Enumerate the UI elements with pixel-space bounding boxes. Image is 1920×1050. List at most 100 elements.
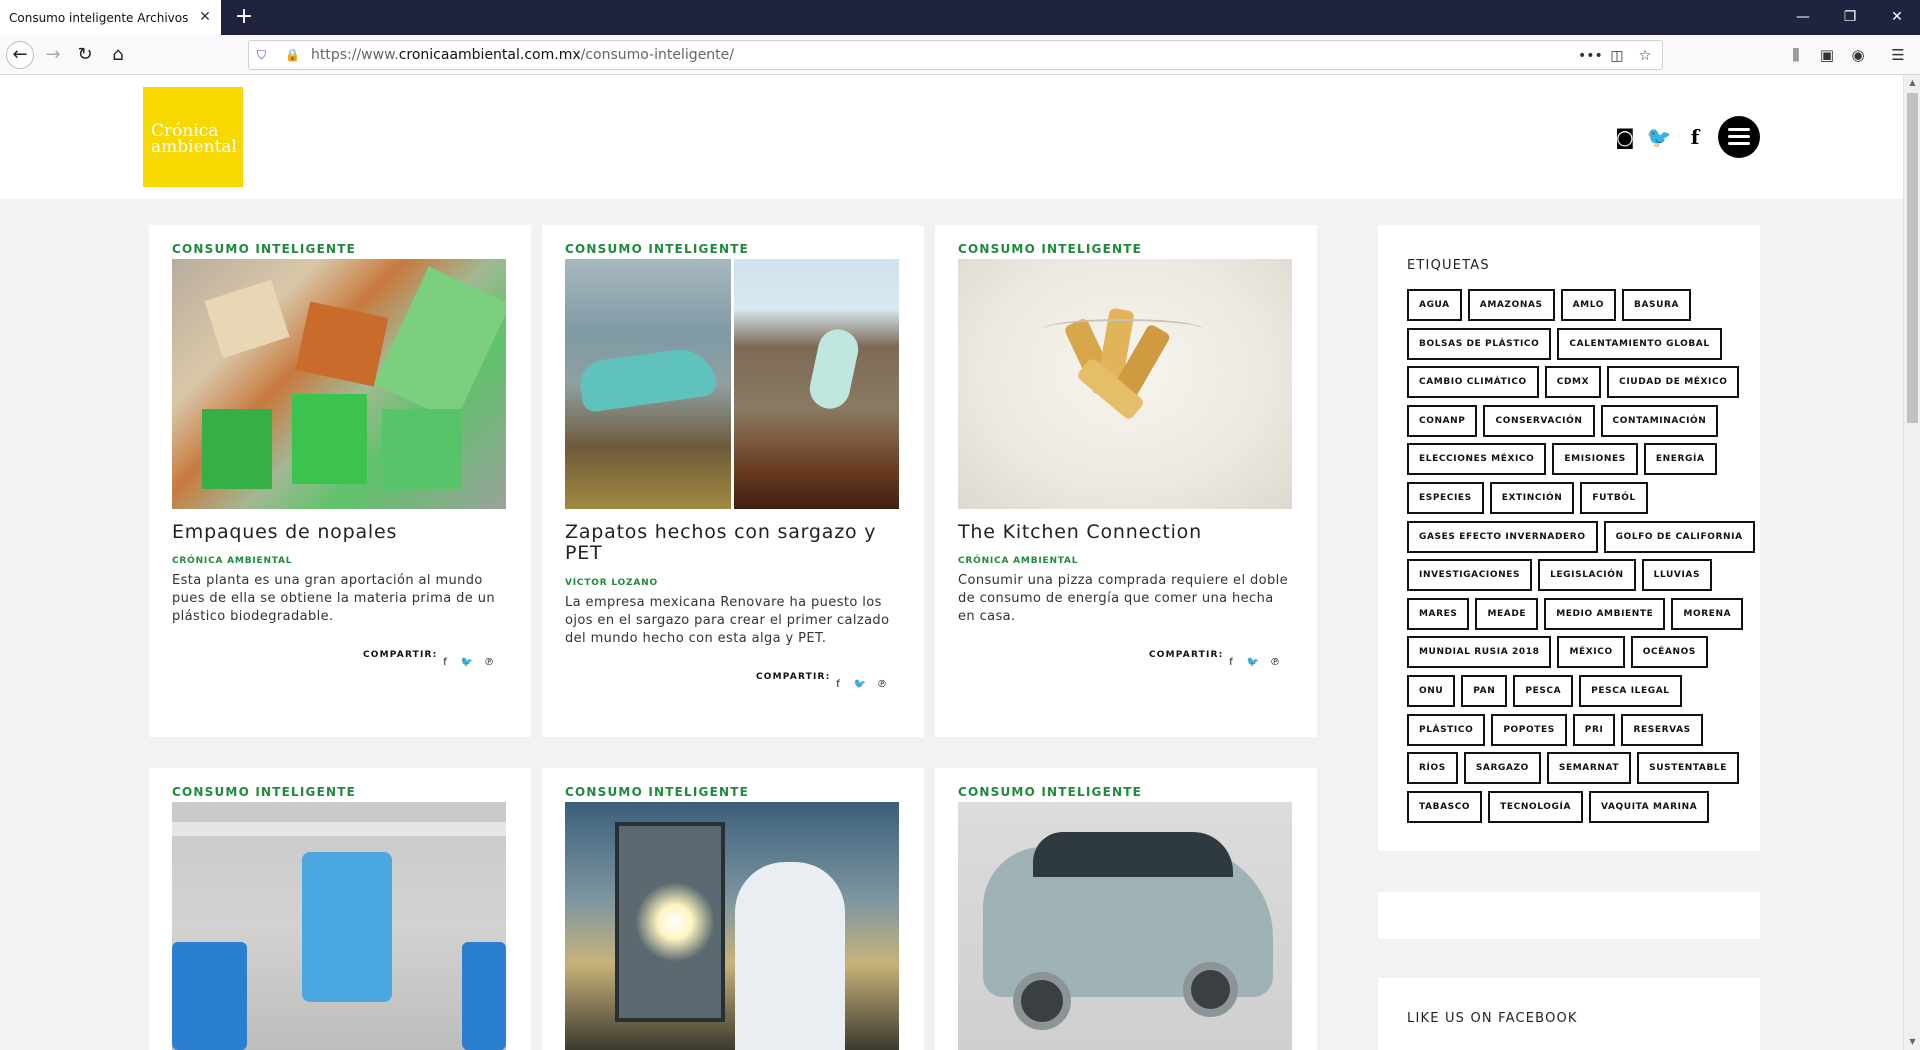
tag-link[interactable]: TECNOLOGÍA xyxy=(1488,790,1584,823)
post-category[interactable]: CONSUMO INTELIGENTE xyxy=(958,785,1142,799)
share-facebook-icon[interactable]: f xyxy=(827,679,849,690)
share-twitter-icon[interactable]: 🐦 xyxy=(849,679,871,690)
site-menu-button[interactable] xyxy=(1718,116,1760,158)
post-title[interactable]: The Kitchen Connection xyxy=(958,522,1292,543)
tag-link[interactable]: MUNDIAL RUSIA 2018 xyxy=(1407,636,1552,669)
hamburger-menu-icon[interactable]: ☰ xyxy=(1886,41,1910,69)
tag-link[interactable]: RÍOS xyxy=(1407,752,1458,785)
tag-link[interactable]: AMAZONAS xyxy=(1467,289,1555,321)
tag-link[interactable]: MEDIO AMBIENTE xyxy=(1544,597,1666,630)
browser-tab[interactable]: Consumo inteligente Archivos - Cr ✕ xyxy=(0,0,221,35)
share-pinterest-icon[interactable]: ℗ xyxy=(478,657,500,668)
page-actions-icon[interactable]: ••• xyxy=(1578,45,1603,67)
tag-link[interactable]: PAN xyxy=(1461,674,1508,707)
tag-link[interactable]: EXTINCIÓN xyxy=(1489,481,1575,514)
facebook-icon[interactable]: f xyxy=(1682,124,1708,150)
tag-link[interactable]: ELECCIONES MÉXICO xyxy=(1407,443,1547,476)
tag-link[interactable]: LEGISLACIÓN xyxy=(1538,559,1636,592)
tag-link[interactable]: TABASCO xyxy=(1407,790,1483,823)
tag-link[interactable]: CDMX xyxy=(1544,366,1602,399)
share-twitter-icon[interactable]: 🐦 xyxy=(456,657,478,668)
tag-link[interactable]: SEMARNAT xyxy=(1546,752,1632,785)
address-bar[interactable]: ⛉ 🔒 https://www.cronicaambiental.com.mx/… xyxy=(248,40,1663,70)
tag-link[interactable]: ENERGÍA xyxy=(1643,443,1717,476)
library-icon[interactable]: ⫼ xyxy=(1784,41,1808,69)
post-category[interactable]: CONSUMO INTELIGENTE xyxy=(565,242,749,256)
post-category[interactable]: CONSUMO INTELIGENTE xyxy=(565,785,749,799)
post-image-sargassum-shoes[interactable] xyxy=(565,259,899,509)
bookmark-star-icon[interactable]: ☆ xyxy=(1634,45,1656,67)
tag-link[interactable]: CIUDAD DE MÉXICO xyxy=(1607,366,1740,399)
tag-link[interactable]: CAMBIO CLIMÁTICO xyxy=(1407,366,1539,399)
post-author[interactable]: VÍCTOR LOZANO xyxy=(565,578,658,588)
scroll-up-icon[interactable]: ▲ xyxy=(1904,75,1920,91)
share-pinterest-icon[interactable]: ℗ xyxy=(871,679,893,690)
tag-link[interactable]: RESERVAS xyxy=(1621,713,1703,746)
post-image-nopal-packaging[interactable] xyxy=(172,259,506,509)
instagram-icon[interactable]: ◙ xyxy=(1612,124,1638,150)
tag-link[interactable]: CONSERVACIÓN xyxy=(1483,404,1595,437)
post-author[interactable]: CRÓNICA AMBIENTAL xyxy=(172,556,292,566)
tag-link[interactable]: MÉXICO xyxy=(1557,636,1625,669)
tag-link[interactable]: ONU xyxy=(1407,674,1456,707)
tag-link[interactable]: POPOTES xyxy=(1491,713,1567,746)
tracking-shield-icon[interactable]: ⛉ xyxy=(257,47,273,63)
post-title[interactable]: Zapatos hechos con sargazo y PET xyxy=(565,522,899,564)
tag-link[interactable]: GOLFO DE CALIFORNIA xyxy=(1603,520,1755,553)
scroll-thumb[interactable] xyxy=(1907,93,1918,423)
back-arrow-icon[interactable]: ← xyxy=(6,41,34,69)
site-logo[interactable]: Crónica ambiental xyxy=(143,87,243,187)
tag-link[interactable]: PESCA ILEGAL xyxy=(1579,674,1682,707)
tag-link[interactable]: SUSTENTABLE xyxy=(1637,752,1739,785)
tag-link[interactable]: LLUVIAS xyxy=(1641,559,1713,592)
tag-link[interactable]: CONTAMINACIÓN xyxy=(1600,404,1719,437)
tag-link[interactable]: BASURA xyxy=(1621,289,1692,321)
post-image-electric-car[interactable] xyxy=(958,802,1292,1050)
tag-link[interactable]: SARGAZO xyxy=(1463,752,1541,785)
post-image-pasta-splash[interactable] xyxy=(958,259,1292,509)
tag-link[interactable]: PESCA xyxy=(1513,674,1574,707)
tag-link[interactable]: PLÁSTICO xyxy=(1407,713,1486,746)
share-facebook-icon[interactable]: f xyxy=(434,657,456,668)
tab-close-icon[interactable]: ✕ xyxy=(197,9,213,25)
tag-link[interactable]: PRI xyxy=(1572,713,1616,746)
share-facebook-icon[interactable]: f xyxy=(1220,657,1242,668)
sidebar-toggle-icon[interactable]: ▣ xyxy=(1815,41,1839,69)
tag-link[interactable]: OCÉANOS xyxy=(1630,636,1708,669)
post-category[interactable]: CONSUMO INTELIGENTE xyxy=(172,242,356,256)
post-category[interactable]: CONSUMO INTELIGENTE xyxy=(958,242,1142,256)
post-category[interactable]: CONSUMO INTELIGENTE xyxy=(172,785,356,799)
tag-link[interactable]: CALENTAMIENTO GLOBAL xyxy=(1557,327,1722,360)
scroll-down-icon[interactable]: ▼ xyxy=(1904,1034,1920,1050)
share-twitter-icon[interactable]: 🐦 xyxy=(1242,657,1264,668)
post-image-solar-window[interactable] xyxy=(565,802,899,1050)
share-pinterest-icon[interactable]: ℗ xyxy=(1264,657,1286,668)
close-window-icon[interactable]: ✕ xyxy=(1874,0,1920,35)
new-tab-plus-icon[interactable]: + xyxy=(232,5,256,29)
twitter-icon[interactable]: 🐦 xyxy=(1646,124,1672,150)
home-icon[interactable]: ⌂ xyxy=(104,41,132,69)
tag-link[interactable]: EMISIONES xyxy=(1552,443,1638,476)
pocket-icon[interactable]: ◫ xyxy=(1606,45,1628,67)
tag-link[interactable]: VAQUITA MARINA xyxy=(1589,790,1710,823)
forward-arrow-icon[interactable]: → xyxy=(39,41,67,69)
tag-link[interactable]: GASES EFECTO INVERNADERO xyxy=(1407,520,1598,553)
tag-link[interactable]: BOLSAS DE PLÁSTICO xyxy=(1407,327,1552,360)
minimize-icon[interactable]: — xyxy=(1780,0,1826,35)
restore-icon[interactable]: ❐ xyxy=(1827,0,1873,35)
tag-link[interactable]: INVESTIGACIONES xyxy=(1407,559,1533,592)
tag-link[interactable]: FUTBÓL xyxy=(1580,481,1648,514)
tag-link[interactable]: AMLO xyxy=(1560,289,1616,321)
account-icon[interactable]: ◉ xyxy=(1846,41,1870,69)
tag-link[interactable]: MEADE xyxy=(1475,597,1539,630)
tag-link[interactable]: ESPECIES xyxy=(1407,481,1484,514)
tag-link[interactable]: MORENA xyxy=(1671,597,1744,630)
post-title[interactable]: Empaques de nopales xyxy=(172,522,506,543)
lock-icon[interactable]: 🔒 xyxy=(285,47,300,63)
url-text[interactable]: https://www.cronicaambiental.com.mx/cons… xyxy=(311,47,734,63)
tag-link[interactable]: MARES xyxy=(1407,597,1470,630)
tag-link[interactable]: AGUA xyxy=(1407,289,1462,321)
post-author[interactable]: CRÓNICA AMBIENTAL xyxy=(958,556,1078,566)
page-scrollbar[interactable]: ▲ ▼ xyxy=(1903,75,1920,1050)
post-image-water-filter[interactable] xyxy=(172,802,506,1050)
